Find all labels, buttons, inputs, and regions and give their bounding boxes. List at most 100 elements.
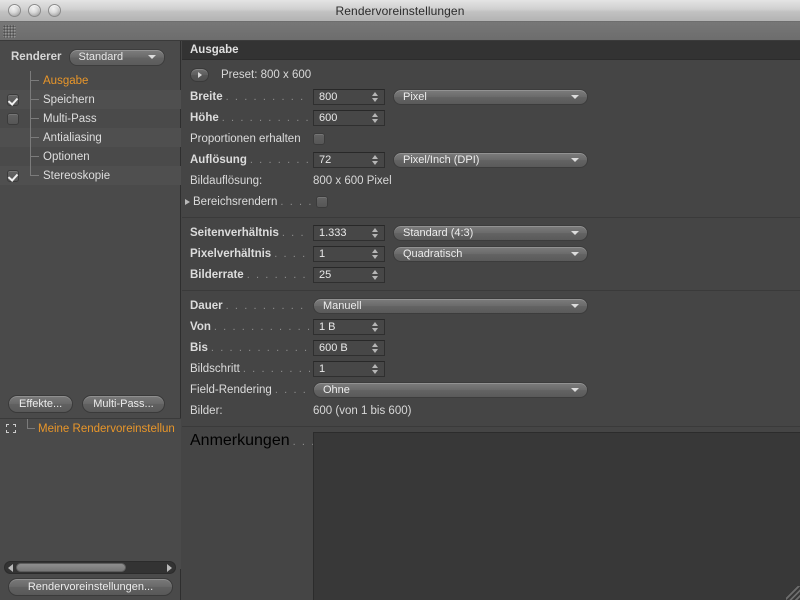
preset-text: Preset: 800 x 600 [221, 69, 312, 81]
dot-leader: . . . . . [274, 247, 310, 260]
checkbox-icon[interactable] [6, 93, 19, 106]
dot-leader: . . . . . [274, 383, 310, 396]
tree-branch-icon [25, 71, 43, 90]
frame-step-input[interactable]: 1 [313, 360, 385, 377]
height-input[interactable]: 600 [313, 109, 385, 126]
pixel-ratio-input[interactable]: 1 [313, 245, 385, 262]
resolution-value: 72 [319, 153, 332, 166]
from-frame-input[interactable]: 1 B [313, 318, 385, 335]
renderer-select[interactable]: Standard [68, 48, 165, 66]
stepper-icon[interactable] [372, 363, 379, 374]
resize-grip-icon[interactable] [786, 586, 800, 600]
scroll-left-icon[interactable] [8, 563, 13, 572]
image-resolution-value: 800 x 600 Pixel [313, 174, 392, 187]
grip-icon[interactable] [3, 25, 16, 38]
checkbox-icon[interactable] [6, 112, 19, 125]
pixel-ratio-preset-dropdown[interactable]: Quadratisch [393, 245, 588, 262]
tree-item-ausgabe[interactable]: Ausgabe [0, 71, 181, 90]
stepper-icon[interactable] [372, 342, 379, 353]
renderer-row: Renderer Standard [0, 45, 181, 69]
tree-item-multi-pass[interactable]: Multi-Pass [0, 109, 181, 128]
tree-item-stereoskopie[interactable]: Stereoskopie [0, 166, 181, 185]
pixel-ratio-labelcell: Pixelverhältnis . . . . . [190, 248, 313, 260]
multipass-button[interactable]: Multi-Pass... [82, 395, 165, 413]
to-frame-row: Bis . . . . . . . . . . . . . 600 B [182, 337, 800, 358]
tree-item-speichern[interactable]: Speichern [0, 90, 181, 109]
chevron-down-icon [571, 251, 579, 256]
chevron-down-icon [571, 303, 579, 308]
checkbox-cell [0, 112, 25, 125]
aspect-ratio-preset-dropdown[interactable]: Standard (4:3) [393, 224, 588, 241]
height-row: Höhe . . . . . . . . . . . . . 600 [182, 107, 800, 128]
tree-branch-icon [25, 166, 43, 185]
stepper-icon[interactable] [372, 248, 379, 259]
field-rendering-value: Ohne [323, 383, 350, 396]
render-settings-button[interactable]: Rendervoreinstellungen... [8, 578, 173, 596]
region-render-checkbox[interactable] [316, 195, 328, 208]
scrollbar-thumb[interactable] [16, 563, 126, 572]
scroll-right-icon[interactable] [167, 563, 172, 572]
notes-textarea[interactable] [313, 432, 800, 600]
dot-leader: . . . . . . . . . . . . . [225, 90, 310, 103]
frame-step-value: 1 [319, 362, 326, 375]
resolution-input[interactable]: 72 [313, 151, 385, 168]
to-label: Bis [190, 341, 208, 354]
tree-item-label: Ausgabe [43, 74, 89, 87]
dot-leader: . . . . . . . . [242, 362, 310, 375]
resolution-unit-dropdown[interactable]: Pixel/Inch (DPI) [393, 151, 588, 168]
to-labelcell: Bis . . . . . . . . . . . . . [190, 342, 313, 354]
frames-count-value: 600 (von 1 bis 600) [313, 404, 412, 417]
notes-labelcell: Anmerkungen . . . . . . . [182, 432, 352, 600]
duration-dropdown[interactable]: Manuell [313, 297, 588, 314]
sidebar-horizontal-scrollbar[interactable] [4, 561, 176, 574]
stepper-icon[interactable] [372, 269, 379, 280]
stepper-icon[interactable] [372, 91, 379, 102]
tree-branch-icon [25, 147, 43, 166]
tree-item-optionen[interactable]: Optionen [0, 147, 181, 166]
dot-leader: . . . . . . . . . . . . . [210, 341, 310, 354]
preset-expand-button[interactable] [190, 68, 209, 82]
aspect-ratio-preset-value: Standard (4:3) [403, 226, 474, 239]
height-label: Höhe [190, 111, 219, 124]
preset-list-item[interactable]: Meine Rendervoreinstellun [0, 419, 181, 438]
keep-proportions-checkbox[interactable] [313, 132, 325, 145]
width-input[interactable]: 800 [313, 88, 385, 105]
keep-proportions-label: Proportionen erhalten [190, 132, 301, 145]
image-resolution-row: Bildauflösung: 800 x 600 Pixel [182, 170, 800, 191]
preset-list: Meine Rendervoreinstellun [0, 418, 181, 569]
pixel-ratio-label: Pixelverhältnis [190, 247, 272, 260]
tree-item-antialiasing[interactable]: Antialiasing [0, 128, 181, 147]
duration-labelcell: Dauer . . . . . . . . . . . . [190, 300, 313, 312]
duration-row: Dauer . . . . . . . . . . . . Manuell [182, 295, 800, 316]
width-labelcell: Breite . . . . . . . . . . . . . [190, 91, 313, 103]
sidebar: Renderer Standard Ausgabe Speichern Mult… [0, 41, 181, 600]
effects-button[interactable]: Effekte... [8, 395, 74, 413]
frame-step-label: Bildschritt [190, 362, 240, 375]
chevron-down-icon [571, 387, 579, 392]
keep-proportions-row: Proportionen erhalten [182, 128, 800, 149]
checkbox-cell [0, 132, 25, 144]
window-titlebar: Rendervoreinstellungen [0, 0, 800, 22]
renderer-label: Renderer [11, 51, 62, 63]
field-rendering-label: Field-Rendering [190, 383, 272, 396]
frame-rate-input[interactable]: 25 [313, 266, 385, 283]
field-rendering-labelcell: Field-Rendering . . . . . [190, 384, 313, 396]
renderer-value: Standard [78, 50, 124, 63]
aspect-ratio-label: Seitenverhältnis [190, 226, 279, 239]
aspect-ratio-input[interactable]: 1.333 [313, 224, 385, 241]
disclosure-triangle-icon[interactable] [185, 198, 190, 205]
field-rendering-dropdown[interactable]: Ohne [313, 381, 588, 398]
field-rendering-row: Field-Rendering . . . . . Ohne [182, 379, 800, 400]
width-unit-dropdown[interactable]: Pixel [393, 88, 588, 105]
stepper-icon[interactable] [372, 112, 379, 123]
stepper-icon[interactable] [372, 154, 379, 165]
stepper-icon[interactable] [372, 227, 379, 238]
resolution-unit-value: Pixel/Inch (DPI) [403, 153, 480, 166]
tree-branch-icon [25, 90, 43, 109]
to-frame-input[interactable]: 600 B [313, 339, 385, 356]
checkbox-icon[interactable] [6, 169, 19, 182]
notes-label: Anmerkungen [190, 432, 290, 449]
from-frame-row: Von . . . . . . . . . . . . . 1 B [182, 316, 800, 337]
checkbox-cell [0, 169, 25, 182]
stepper-icon[interactable] [372, 321, 379, 332]
